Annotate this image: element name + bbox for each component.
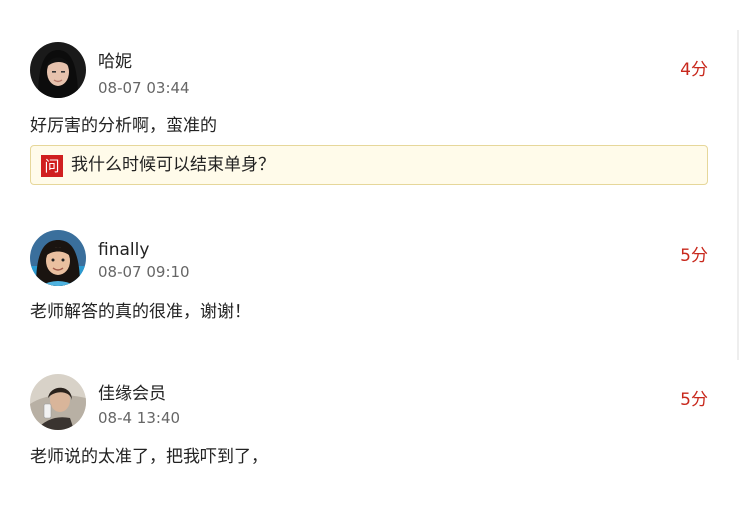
- comment-text: 老师解答的真的很准，谢谢！: [30, 302, 251, 322]
- timestamp: 08-07 09:10: [98, 263, 190, 281]
- score-badge: 5分: [680, 390, 708, 410]
- user-name[interactable]: finally: [98, 240, 149, 260]
- score-badge: 5分: [680, 246, 708, 266]
- avatar[interactable]: [30, 42, 86, 98]
- avatar[interactable]: [30, 374, 86, 430]
- comment-text: 好厉害的分析啊，蛮准的: [30, 116, 217, 136]
- score-badge: 4分: [680, 60, 708, 80]
- question-text: 我什么时候可以结束单身？: [71, 155, 275, 175]
- divider: [737, 30, 739, 360]
- comment-text: 老师说的太准了，把我吓到了，: [30, 447, 268, 467]
- timestamp: 08-07 03:44: [98, 79, 190, 97]
- question-badge: 问: [41, 155, 63, 177]
- avatar[interactable]: [30, 230, 86, 286]
- avatar-image: [30, 42, 86, 98]
- avatar-image: [30, 374, 86, 430]
- user-name[interactable]: 哈妮: [98, 52, 132, 72]
- user-name[interactable]: 佳缘会员: [98, 384, 166, 404]
- avatar-image: [30, 230, 86, 286]
- question-box: 问 我什么时候可以结束单身？: [30, 145, 708, 185]
- timestamp: 08-4 13:40: [98, 409, 181, 427]
